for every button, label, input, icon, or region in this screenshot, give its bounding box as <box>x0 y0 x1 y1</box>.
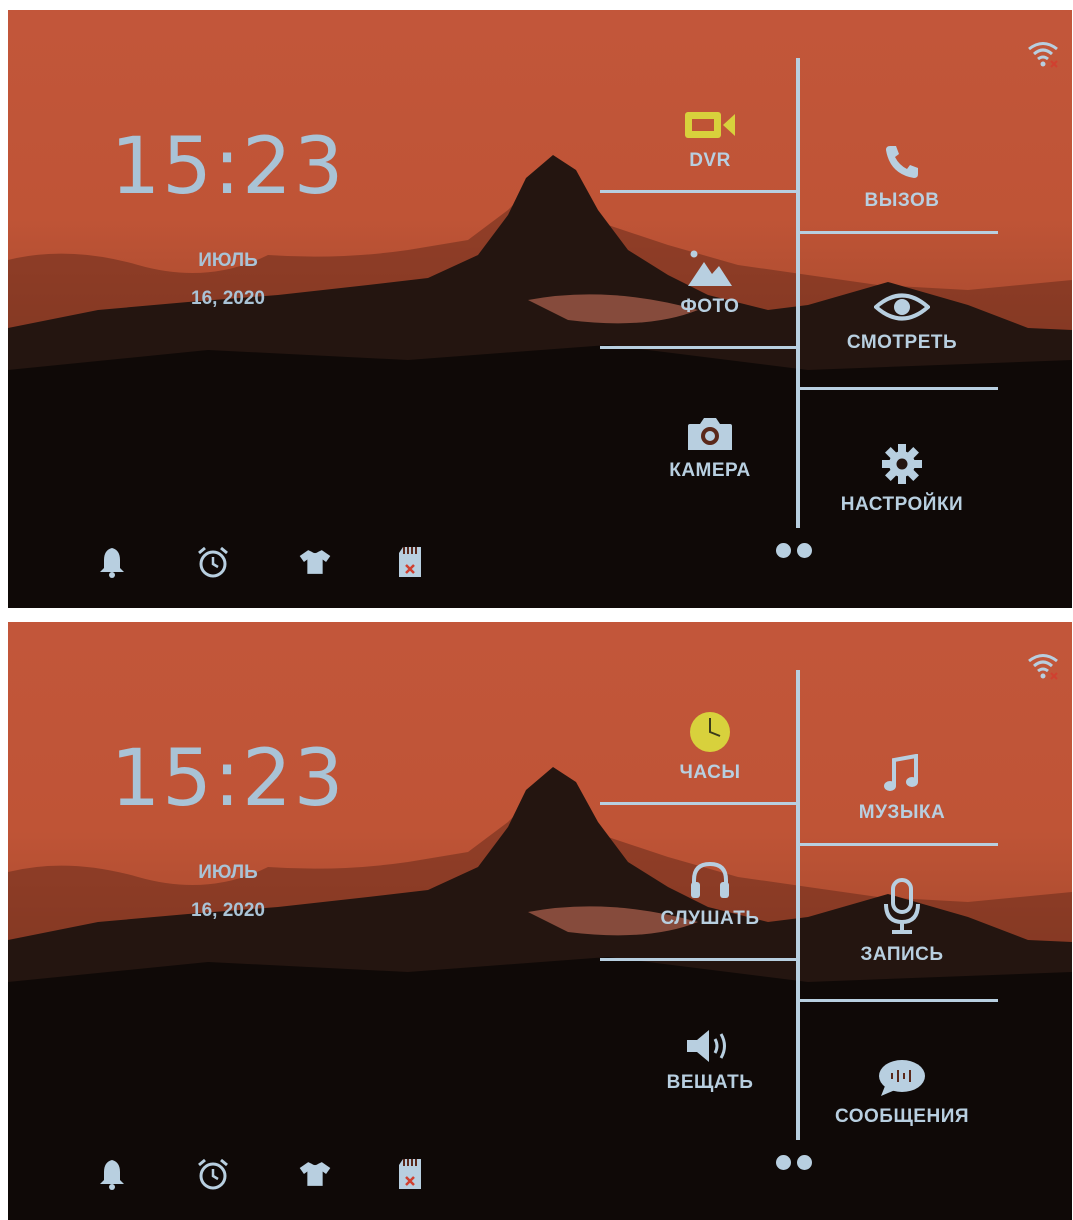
clock-time: 15:23 <box>110 734 346 824</box>
date-month: ИЮЛЬ <box>198 862 258 883</box>
microphone-icon <box>884 878 920 934</box>
sd-card-missing-icon <box>393 1157 427 1191</box>
tile-dvr-label: DVR <box>689 150 731 171</box>
tile-listen-label: СЛУШАТЬ <box>660 908 760 929</box>
page-dot[interactable] <box>776 1155 791 1170</box>
menu-divider <box>600 802 796 805</box>
date-day-year: 16, 2020 <box>191 288 265 309</box>
headphones-icon <box>691 861 729 898</box>
wifi-icon <box>1028 42 1058 68</box>
menu-divider <box>800 999 998 1002</box>
clock-icon <box>690 712 730 752</box>
clock-time: 15:23 <box>110 122 346 212</box>
page-indicator[interactable] <box>776 1155 812 1170</box>
bell-icon <box>95 1157 129 1191</box>
page-indicator[interactable] <box>776 543 812 558</box>
photo-icon <box>688 250 732 286</box>
menu-divider <box>800 843 998 846</box>
tile-settings-label: НАСТРОЙКИ <box>840 494 964 515</box>
page-dot[interactable] <box>797 543 812 558</box>
camera-icon <box>688 418 732 450</box>
page-dot[interactable] <box>776 543 791 558</box>
alarm-clock-icon <box>196 545 230 579</box>
tile-listen[interactable]: СЛУШАТЬ <box>610 854 810 930</box>
tile-photo[interactable]: ФОТО <box>610 242 810 318</box>
tile-dvr[interactable]: DVR <box>610 96 810 172</box>
home-screen-page-1: 15:23 ИЮЛЬ 16, 2020 DVR ФОТО КАМЕРА ВЫЗО… <box>8 10 1072 608</box>
tile-call-label: ВЫЗОВ <box>864 190 940 211</box>
tile-watch-label: СМОТРЕТЬ <box>846 332 958 353</box>
tile-music-label: МУЗЫКА <box>858 802 946 823</box>
wifi-icon <box>1028 654 1058 680</box>
speaker-icon <box>687 1030 726 1062</box>
shirt-icon <box>298 545 332 579</box>
menu-divider <box>600 958 796 961</box>
date-month: ИЮЛЬ <box>198 250 258 271</box>
menu-divider <box>600 346 796 349</box>
bell-icon <box>95 545 129 579</box>
tile-photo-label: ФОТО <box>680 296 740 317</box>
tile-broadcast[interactable]: ВЕЩАТЬ <box>610 1018 810 1094</box>
phone-icon <box>886 146 918 178</box>
tile-camera[interactable]: КАМЕРА <box>610 406 810 482</box>
message-icon <box>879 1060 925 1096</box>
music-note-icon <box>884 754 918 791</box>
eye-icon <box>874 293 930 321</box>
shirt-icon <box>298 1157 332 1191</box>
tile-broadcast-label: ВЕЩАТЬ <box>666 1072 754 1093</box>
tile-watch[interactable]: СМОТРЕТЬ <box>802 278 1002 354</box>
tile-call[interactable]: ВЫЗОВ <box>802 136 1002 212</box>
tile-messages[interactable]: СООБЩЕНИЯ <box>802 1052 1002 1128</box>
page-dot[interactable] <box>797 1155 812 1170</box>
tile-music[interactable]: МУЗЫКА <box>802 748 1002 824</box>
tile-messages-label: СООБЩЕНИЯ <box>834 1106 970 1127</box>
menu-divider <box>600 190 796 193</box>
gear-icon <box>882 444 922 484</box>
video-camera-icon <box>685 112 735 138</box>
alarm-clock-icon <box>196 1157 230 1191</box>
menu-divider <box>800 387 998 390</box>
date-day-year: 16, 2020 <box>191 900 265 921</box>
tile-record[interactable]: ЗАПИСЬ <box>802 878 1002 966</box>
tile-settings[interactable]: НАСТРОЙКИ <box>802 440 1002 516</box>
menu-divider <box>800 231 998 234</box>
tile-clock[interactable]: ЧАСЫ <box>610 708 810 784</box>
home-screen-page-2: 15:23 ИЮЛЬ 16, 2020 ЧАСЫ СЛУШАТЬ ВЕЩАТЬ … <box>8 622 1072 1220</box>
tile-record-label: ЗАПИСЬ <box>860 944 944 965</box>
tile-clock-label: ЧАСЫ <box>679 762 741 783</box>
sd-card-missing-icon <box>393 545 427 579</box>
tile-camera-label: КАМЕРА <box>669 460 751 481</box>
